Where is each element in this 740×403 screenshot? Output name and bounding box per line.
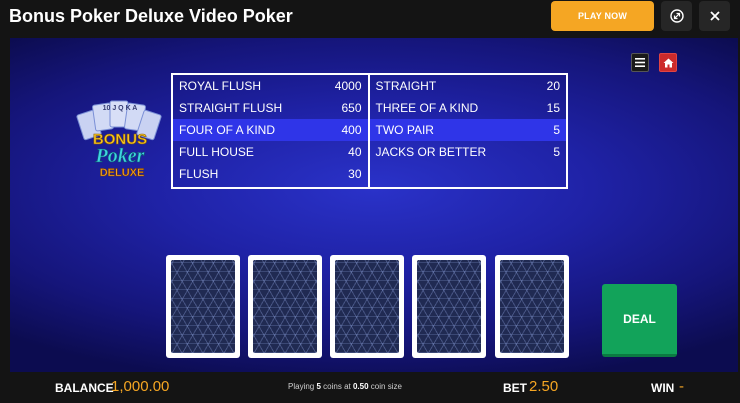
paytable-left-column: ROYAL FLUSH 4000 STRAIGHT FLUSH 650 FOUR…: [173, 75, 370, 187]
coin-info-suffix: coin size: [370, 382, 402, 391]
hand-name: ROYAL FLUSH: [179, 79, 262, 93]
hand-payout: 400: [341, 123, 362, 137]
menu-button[interactable]: [631, 53, 649, 72]
card-back: [253, 260, 317, 353]
page-title: Bonus Poker Deluxe Video Poker: [9, 6, 293, 26]
top-bar: Bonus Poker Deluxe Video Poker PLAY NOW: [0, 0, 740, 38]
logo-card-ranks: 10 J Q K A: [103, 105, 138, 112]
close-button[interactable]: [699, 1, 730, 31]
hand-name: FULL HOUSE: [179, 145, 254, 159]
card-slot-1[interactable]: [166, 255, 240, 358]
card-back: [335, 260, 399, 353]
hand-name: STRAIGHT: [375, 79, 437, 93]
hand-payout: 5: [553, 123, 560, 137]
card-slot-2[interactable]: [248, 255, 322, 358]
hand-name: JACKS OR BETTER: [375, 145, 487, 159]
coin-count: 5: [316, 382, 321, 391]
card-back: [417, 260, 481, 353]
paytable-row: THREE OF A KIND 15: [370, 97, 567, 119]
card-slot-3[interactable]: [330, 255, 404, 358]
hand-payout: 30: [348, 167, 362, 181]
card-back: [500, 260, 564, 353]
hand-name: FLUSH: [179, 167, 219, 181]
win-value: -: [679, 378, 684, 395]
hand-payout: 4000: [334, 79, 362, 93]
close-icon: [709, 11, 720, 21]
bet-value[interactable]: 2.50: [529, 378, 558, 395]
hand-name: THREE OF A KIND: [375, 101, 479, 115]
hand-name: STRAIGHT FLUSH: [179, 101, 283, 115]
balance-label: BALANCE: [55, 381, 114, 395]
logo-poker-text: Poker: [95, 145, 145, 167]
paytable-row: FLUSH 30: [173, 163, 368, 185]
paytable-row: STRAIGHT 20: [370, 75, 567, 97]
expand-icon: [669, 9, 684, 23]
bet-label: BET: [503, 381, 527, 395]
home-icon: [663, 58, 673, 67]
paytable-row: ROYAL FLUSH 4000: [173, 75, 368, 97]
paytable-right-column: STRAIGHT 20 THREE OF A KIND 15 TWO PAIR …: [369, 75, 567, 187]
hand-payout: 15: [546, 101, 560, 115]
hand-name: FOUR OF A KIND: [179, 123, 276, 137]
hand-payout: 20: [546, 79, 560, 93]
paytable-row: FOUR OF A KIND 400: [173, 119, 368, 141]
card-back: [171, 260, 235, 353]
paytable: ROYAL FLUSH 4000 STRAIGHT FLUSH 650 FOUR…: [171, 73, 568, 189]
card-slot-4[interactable]: [412, 255, 486, 358]
home-button[interactable]: [659, 53, 677, 72]
hamburger-icon: [635, 58, 645, 67]
coin-size: 0.50: [352, 382, 369, 391]
deal-button[interactable]: DEAL: [602, 284, 677, 357]
game-area: 10 J Q K A BONUS Poker DELUXE ROYAL FLUS…: [10, 38, 738, 372]
hand-payout: 40: [348, 145, 362, 159]
card-slot-5[interactable]: [495, 255, 569, 358]
coin-info-prefix: Playing: [288, 382, 315, 391]
hand-payout: 5: [553, 145, 560, 159]
fullscreen-button[interactable]: [661, 1, 692, 31]
paytable-row: STRAIGHT FLUSH 650: [173, 97, 368, 119]
bottom-bar: BALANCE 1,000.00 Playing 5 coins at 0.50…: [0, 372, 740, 403]
hand-name: TWO PAIR: [375, 123, 434, 137]
paytable-row: TWO PAIR 5: [369, 119, 566, 141]
coin-info-mid: coins at: [323, 382, 351, 391]
paytable-row: JACKS OR BETTER 5: [370, 141, 567, 163]
bonus-poker-deluxe-logo: 10 J Q K A BONUS Poker DELUXE: [76, 100, 162, 179]
win-label: WIN: [651, 381, 675, 395]
play-now-button[interactable]: PLAY NOW: [551, 1, 654, 31]
balance-value: 1,000.00: [111, 378, 170, 395]
logo-deluxe-text: DELUXE: [100, 167, 145, 179]
hand-payout: 650: [341, 101, 362, 115]
coin-info: Playing 5 coins at 0.50 coin size: [288, 382, 402, 391]
paytable-row: FULL HOUSE 40: [173, 141, 368, 163]
